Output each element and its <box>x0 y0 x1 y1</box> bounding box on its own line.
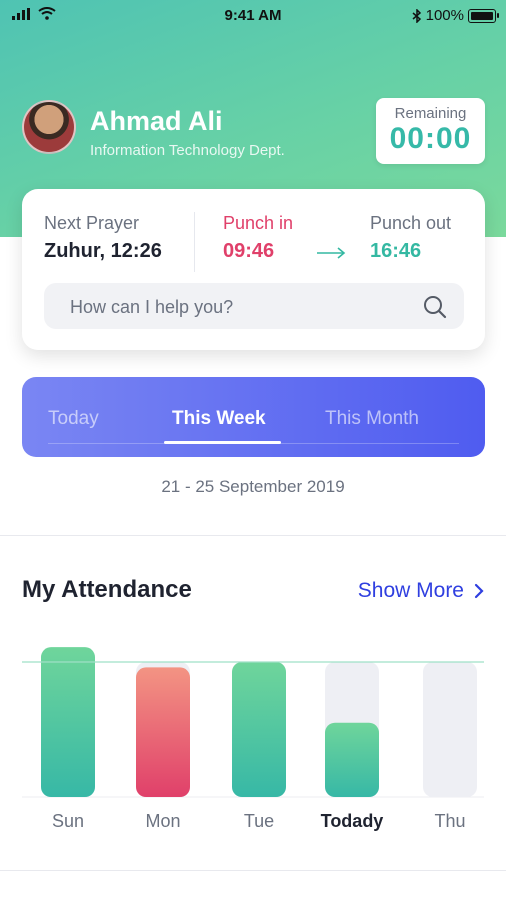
card-divider <box>194 212 195 272</box>
bar-tue[interactable] <box>232 662 286 797</box>
section-divider <box>0 535 506 536</box>
punch-in-value: 09:46 <box>223 240 275 262</box>
remaining-box: Remaining 00:00 <box>376 98 485 164</box>
attendance-title: My Attendance <box>22 576 192 603</box>
day-label-sun: Sun <box>51 811 85 831</box>
attendance-chart <box>22 647 484 798</box>
user-department: Information Technology Dept. <box>90 142 285 159</box>
next-prayer-label: Next Prayer <box>44 213 140 233</box>
arrow-right-icon <box>317 247 346 259</box>
tab-this-month[interactable]: This Month <box>325 408 419 430</box>
avatar[interactable] <box>22 100 76 154</box>
status-bar: 9:41 AM 100% <box>0 0 506 32</box>
bottom-divider <box>0 870 506 871</box>
show-more-label: Show More <box>357 579 464 602</box>
day-label-thu: Thu <box>434 811 466 831</box>
bar-track-thu <box>423 662 477 797</box>
search-bar[interactable] <box>44 283 464 331</box>
bluetooth-icon <box>412 8 421 23</box>
bar-mon[interactable] <box>136 667 190 797</box>
tab-this-week[interactable]: This Week <box>172 408 266 430</box>
search-icon[interactable] <box>422 294 448 320</box>
bar-todady[interactable] <box>325 722 379 797</box>
period-tabs: Today This Week This Month <box>22 377 485 457</box>
remaining-label: Remaining <box>394 105 467 122</box>
punch-card: Next Prayer Zuhur, 12:26 Punch in 09:46 … <box>22 189 485 350</box>
active-tab-indicator <box>164 441 281 444</box>
search-input[interactable] <box>68 283 412 331</box>
battery-percent: 100% <box>425 7 464 24</box>
bar-sun[interactable] <box>41 647 95 797</box>
date-range: 21 - 25 September 2019 <box>161 477 345 496</box>
battery-icon <box>468 8 499 23</box>
punch-in-label: Punch in <box>223 213 294 233</box>
remaining-value: 00:00 <box>389 122 472 155</box>
next-prayer-value: Zuhur, 12:26 <box>44 240 162 262</box>
day-label-todady: Todady <box>320 811 384 831</box>
punch-out-label: Punch out <box>370 213 452 233</box>
punch-out-value: 16:46 <box>370 240 422 262</box>
show-more-button[interactable]: Show More <box>358 579 484 603</box>
user-name: Ahmad Ali <box>90 106 223 136</box>
day-label-tue: Tue <box>243 811 275 831</box>
day-label-mon: Mon <box>145 811 181 831</box>
tab-today[interactable]: Today <box>48 408 99 430</box>
chevron-right-icon <box>474 583 484 599</box>
status-right: 100% <box>412 7 499 24</box>
